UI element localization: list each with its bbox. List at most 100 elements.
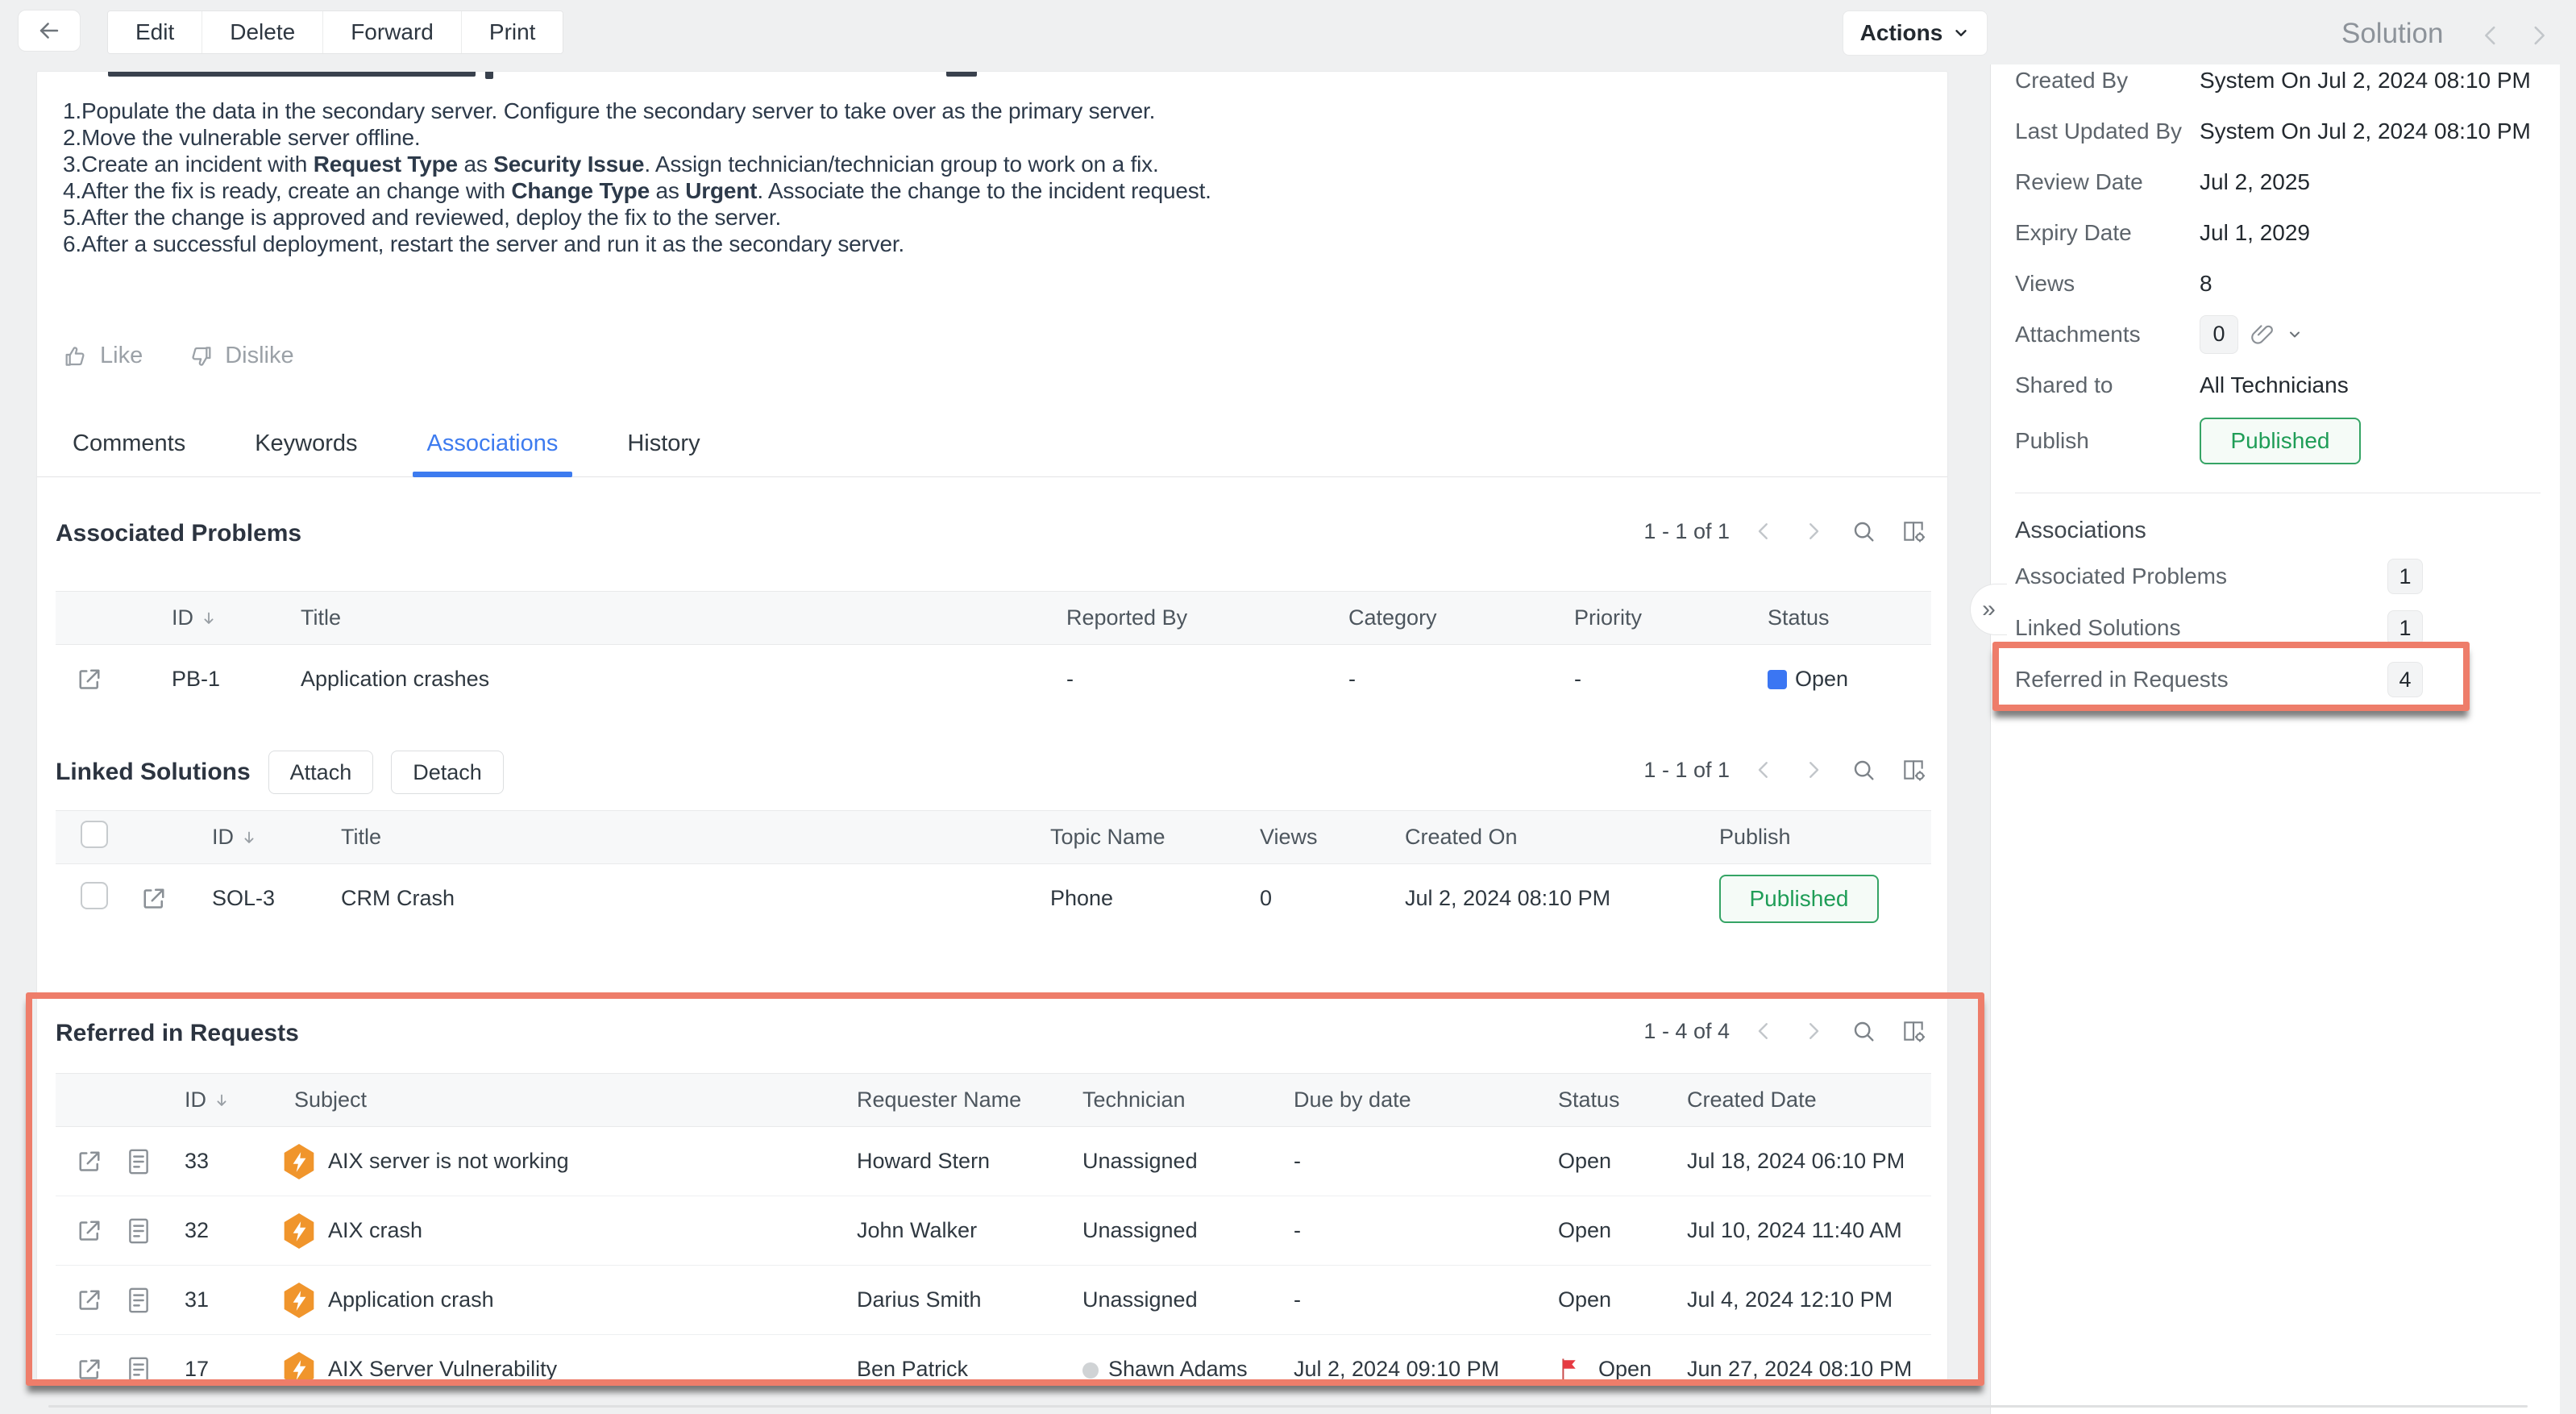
col-created-on[interactable]: Created On — [1386, 811, 1700, 864]
step-line: 6.After a successful deployment, restart… — [63, 231, 1211, 257]
solution-steps: 1.Populate the data in the secondary ser… — [63, 98, 1211, 257]
chevron-down-icon[interactable] — [2287, 326, 2303, 343]
chevron-right-icon[interactable] — [1797, 1015, 1830, 1047]
sort-down-icon[interactable] — [240, 829, 258, 846]
document-icon[interactable] — [125, 1354, 165, 1385]
property-row: PublishPublished — [2015, 410, 2541, 472]
col-subject[interactable]: Subject — [278, 1074, 837, 1127]
col-topic-name[interactable]: Topic Name — [1031, 811, 1240, 864]
horizontal-scrollbar[interactable] — [48, 1405, 2528, 1408]
dislike-button[interactable]: Dislike — [188, 343, 293, 369]
chevron-left-icon[interactable] — [1747, 754, 1780, 786]
col-category[interactable]: Category — [1329, 592, 1555, 645]
col-id[interactable]: ID — [165, 1074, 278, 1127]
sort-down-icon[interactable] — [200, 609, 218, 627]
association-item-linked-solutions[interactable]: Linked Solutions1 — [2015, 602, 2541, 654]
print-button[interactable]: Print — [462, 11, 563, 53]
tab-comments[interactable]: Comments — [69, 430, 189, 476]
search-icon[interactable] — [1847, 754, 1880, 786]
external-link-icon[interactable] — [139, 884, 193, 913]
cell-reported-by: - — [1047, 645, 1329, 714]
col-priority[interactable]: Priority — [1555, 592, 1748, 645]
chevron-right-icon[interactable] — [1797, 754, 1830, 786]
col-title[interactable]: Title — [281, 592, 1047, 645]
actions-button[interactable]: Actions — [1843, 10, 1988, 56]
next-record-button[interactable] — [2523, 19, 2555, 52]
col-status[interactable]: Status — [1748, 592, 1931, 645]
chevron-left-icon[interactable] — [1747, 515, 1780, 547]
association-count: 4 — [2387, 662, 2423, 697]
col-id[interactable]: ID — [152, 592, 281, 645]
tab-history[interactable]: History — [624, 430, 703, 476]
col-id[interactable]: ID — [193, 811, 322, 864]
external-link-icon[interactable] — [75, 665, 152, 694]
publish-status-button[interactable]: Published — [2200, 418, 2361, 464]
linked-solutions-pagination: 1 - 1 of 1 — [1643, 754, 1930, 786]
association-label: Associated Problems — [2015, 564, 2227, 589]
table-row[interactable]: 31Application crashDarius SmithUnassigne… — [56, 1266, 1931, 1335]
tab-keywords[interactable]: Keywords — [251, 430, 360, 476]
cell-technician: Unassigned — [1063, 1266, 1274, 1335]
column-settings-icon[interactable] — [1897, 754, 1930, 786]
row-checkbox[interactable] — [81, 882, 108, 909]
document-icon[interactable] — [125, 1216, 165, 1246]
association-item-associated-problems[interactable]: Associated Problems1 — [2015, 551, 2541, 602]
property-row: Shared toAll Technicians — [2015, 360, 2541, 410]
external-link-icon[interactable] — [75, 1286, 110, 1315]
document-icon[interactable] — [125, 1146, 165, 1177]
property-value: 8 — [2200, 271, 2212, 297]
col-reported-by[interactable]: Reported By — [1047, 592, 1329, 645]
search-icon[interactable] — [1847, 515, 1880, 547]
previous-record-button[interactable] — [2474, 19, 2507, 52]
col-views[interactable]: Views — [1240, 811, 1386, 864]
table-row[interactable]: SOL-3CRM CrashPhone0Jul 2, 2024 08:10 PM… — [56, 864, 1931, 934]
like-button[interactable]: Like — [63, 343, 143, 369]
cell-requester: Ben Patrick — [837, 1335, 1063, 1387]
back-button[interactable] — [18, 10, 81, 52]
forward-button[interactable]: Forward — [323, 11, 462, 53]
chevron-left-icon[interactable] — [1747, 1015, 1780, 1047]
row-checkbox[interactable] — [81, 821, 108, 848]
col-publish[interactable]: Publish — [1700, 811, 1931, 864]
published-chip[interactable]: Published — [1719, 875, 1879, 923]
cell-due: - — [1274, 1196, 1539, 1266]
page-title: Solution — [2341, 18, 2443, 50]
col-title[interactable]: Title — [322, 811, 1031, 864]
step-line: 4.After the fix is ready, create an chan… — [63, 177, 1211, 204]
attach-button[interactable]: Attach — [268, 751, 374, 794]
col-status[interactable]: Status — [1539, 1074, 1668, 1127]
col-technician[interactable]: Technician — [1063, 1074, 1274, 1127]
sort-down-icon[interactable] — [213, 1092, 231, 1109]
document-icon[interactable] — [125, 1285, 165, 1316]
referred-requests-table: ID SubjectRequester NameTechnicianDue by… — [56, 1073, 1931, 1386]
col-due-by-date[interactable]: Due by date — [1274, 1074, 1539, 1127]
external-link-icon[interactable] — [75, 1147, 110, 1176]
table-row[interactable]: 32AIX crashJohn WalkerUnassigned-OpenJul… — [56, 1196, 1931, 1266]
chevron-right-icon[interactable] — [1797, 515, 1830, 547]
edit-button[interactable]: Edit — [108, 11, 202, 53]
column-settings-icon[interactable] — [1897, 515, 1930, 547]
property-row: Expiry DateJul 1, 2029 — [2015, 207, 2541, 258]
paperclip-icon[interactable] — [2250, 322, 2275, 347]
external-link-icon[interactable] — [75, 1216, 110, 1246]
col-requester-name[interactable]: Requester Name — [837, 1074, 1063, 1127]
col-created-date[interactable]: Created Date — [1668, 1074, 1931, 1127]
cell-status: Open — [1539, 1127, 1668, 1196]
table-row[interactable]: 17AIX Server VulnerabilityBen PatrickSha… — [56, 1335, 1931, 1387]
detach-button[interactable]: Detach — [391, 751, 504, 794]
solution-detail-card: 1.Populate the data in the secondary ser… — [36, 71, 1948, 1386]
external-link-icon[interactable] — [75, 1355, 110, 1384]
delete-button[interactable]: Delete — [202, 11, 323, 53]
property-label: Attachments — [2015, 322, 2200, 347]
associated-problems-pagination: 1 - 1 of 1 — [1643, 515, 1930, 547]
table-row[interactable]: PB-1Application crashes---Open — [56, 645, 1931, 714]
sidebar-collapse-handle[interactable]: » — [1970, 584, 2007, 635]
column-settings-icon[interactable] — [1897, 1015, 1930, 1047]
search-icon[interactable] — [1847, 1015, 1880, 1047]
table-row[interactable]: 33AIX server is not workingHoward SternU… — [56, 1127, 1931, 1196]
linked-solutions-table: ID TitleTopic NameViewsCreated OnPublish… — [56, 810, 1931, 934]
cell-created: Jul 18, 2024 06:10 PM — [1668, 1127, 1931, 1196]
cell-subject: AIX server is not working — [278, 1127, 837, 1196]
association-item-referred-in-requests[interactable]: Referred in Requests4 — [2015, 654, 2541, 705]
tab-associations[interactable]: Associations — [424, 430, 562, 476]
